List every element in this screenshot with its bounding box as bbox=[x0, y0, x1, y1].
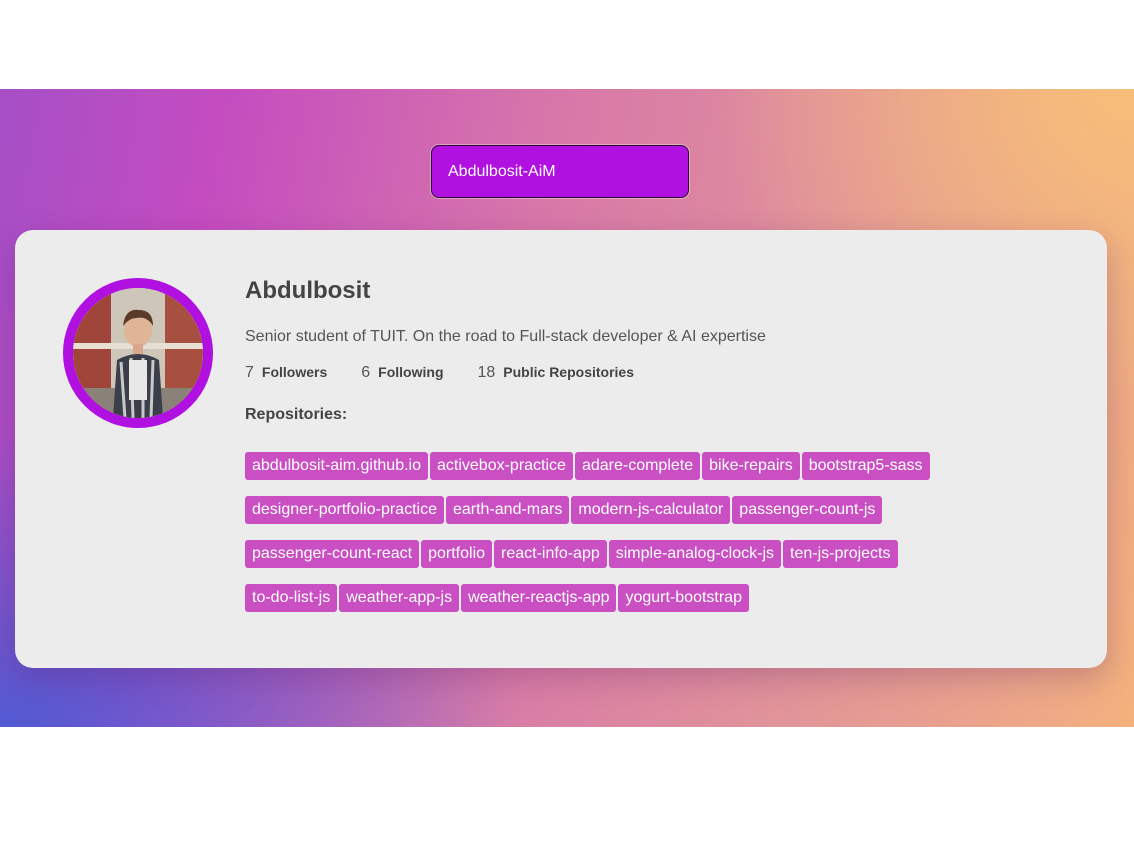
repo-tag[interactable]: passenger-count-react bbox=[245, 540, 420, 568]
repo-tag[interactable]: designer-portfolio-practice bbox=[245, 496, 444, 524]
repo-row: to-do-list-js weather-app-js weather-rea… bbox=[245, 584, 1015, 612]
public-repos-stat: 18 Public Repositories bbox=[478, 364, 635, 382]
repo-tag[interactable]: bootstrap5-sass bbox=[801, 452, 930, 480]
repo-tag[interactable]: modern-js-calculator bbox=[571, 496, 731, 524]
user-bio: Senior student of TUIT. On the road to F… bbox=[245, 328, 766, 345]
repo-tag[interactable]: passenger-count-js bbox=[732, 496, 883, 524]
followers-label: Followers bbox=[261, 364, 328, 380]
public-repos-label: Public Repositories bbox=[503, 364, 634, 380]
repo-tag[interactable]: weather-reactjs-app bbox=[461, 584, 617, 612]
repo-tag[interactable]: earth-and-mars bbox=[445, 496, 570, 524]
repo-row: designer-portfolio-practice earth-and-ma… bbox=[245, 496, 1015, 524]
repo-tag[interactable]: weather-app-js bbox=[339, 584, 460, 612]
repo-tag[interactable]: abdulbosit-aim.github.io bbox=[245, 452, 428, 480]
user-name: Abdulbosit bbox=[245, 277, 371, 304]
user-profile-card: Abdulbosit Senior student of TUIT. On th… bbox=[15, 230, 1107, 668]
repo-tag[interactable]: yogurt-bootstrap bbox=[618, 584, 749, 612]
avatar bbox=[63, 278, 213, 428]
repo-tag[interactable]: simple-analog-clock-js bbox=[608, 540, 782, 568]
following-label: Following bbox=[378, 364, 444, 380]
repo-row: abdulbosit-aim.github.io activebox-pract… bbox=[245, 452, 1015, 480]
repositories-heading: Repositories: bbox=[245, 406, 348, 423]
followers-stat: 7 Followers bbox=[245, 364, 327, 382]
following-stat: 6 Following bbox=[361, 364, 443, 382]
user-stats: 7 Followers 6 Following 18 Public Reposi… bbox=[245, 364, 668, 382]
repository-list: abdulbosit-aim.github.io activebox-pract… bbox=[245, 452, 1015, 628]
repo-tag[interactable]: activebox-practice bbox=[430, 452, 573, 480]
following-count: 6 bbox=[361, 364, 371, 381]
repo-row: passenger-count-react portfolio react-in… bbox=[245, 540, 1015, 568]
repo-tag[interactable]: adare-complete bbox=[574, 452, 701, 480]
search-input[interactable] bbox=[431, 145, 689, 198]
repo-tag[interactable]: react-info-app bbox=[494, 540, 607, 568]
followers-count: 7 bbox=[245, 364, 254, 381]
repo-tag[interactable]: ten-js-projects bbox=[783, 540, 898, 568]
public-repos-count: 18 bbox=[477, 364, 496, 381]
repo-tag[interactable]: bike-repairs bbox=[702, 452, 800, 480]
repo-tag[interactable]: to-do-list-js bbox=[245, 584, 338, 612]
repo-tag[interactable]: portfolio bbox=[421, 540, 493, 568]
